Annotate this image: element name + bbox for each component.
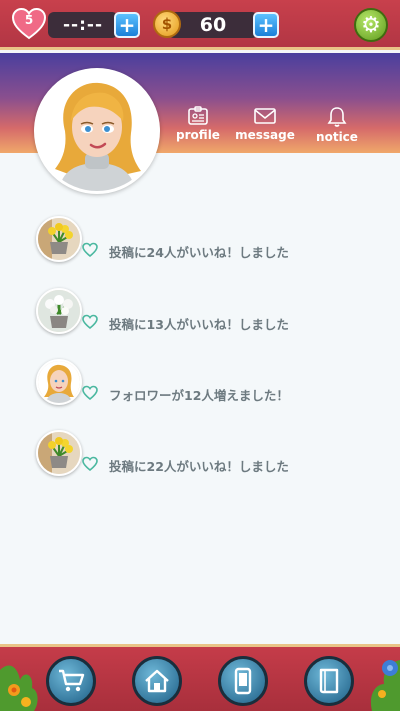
message-tab[interactable]: message [235,106,295,146]
bell-icon [327,107,347,127]
notification-text: フォロワーが12人増えました！ [109,388,289,403]
lives-timer: --:-- [48,12,118,38]
notification-item[interactable]: フォロワーが12人増えました！ [36,359,376,409]
decorative-plant-left [0,665,38,711]
id-card-icon [188,106,208,125]
notification-item[interactable]: 投稿に22人がいいね！しました [36,430,376,480]
flower-pot-thumbnail [36,216,82,262]
like-heart-icon [82,314,98,330]
notification-item[interactable]: 投稿に24人がいいね！しました [36,216,376,266]
profile-avatar[interactable] [34,68,160,194]
notification-text: 投稿に22人がいいね！しました [109,459,289,474]
phone-icon [234,667,252,695]
profile-tab[interactable]: profile [168,106,228,146]
like-heart-icon [82,242,98,258]
like-heart-icon [82,456,98,472]
flower-pot-thumbnail [36,288,82,334]
settings-gear-icon[interactable]: ⚙ [354,8,388,42]
home-button[interactable] [132,656,182,706]
add-lives-button[interactable]: + [114,12,140,38]
flower-pot-thumbnail [36,430,82,476]
phone-button[interactable] [218,656,268,706]
profile-tab-label: profile [176,128,220,142]
cart-icon [59,669,85,692]
notification-text: 投稿に24人がいいね！しました [109,245,289,260]
book-icon [319,668,339,694]
lives-count: 5 [24,13,34,27]
message-tab-label: message [235,128,295,142]
coin-icon: $ [153,10,181,38]
decorative-plant-right [370,660,400,711]
notification-item[interactable]: 投稿に13人がいいね！しました [36,288,376,338]
notification-text: 投稿に13人がいいね！しました [109,317,289,332]
add-coins-button[interactable]: + [253,12,279,38]
home-icon [145,669,169,693]
envelope-icon [254,108,276,124]
shop-button[interactable] [46,656,96,706]
notice-tab[interactable]: notice [307,106,367,146]
notice-tab-label: notice [316,130,358,144]
album-button[interactable] [304,656,354,706]
like-heart-icon [82,385,98,401]
coin-balance: 60 [168,12,258,38]
girl-avatar-thumbnail [36,359,82,405]
